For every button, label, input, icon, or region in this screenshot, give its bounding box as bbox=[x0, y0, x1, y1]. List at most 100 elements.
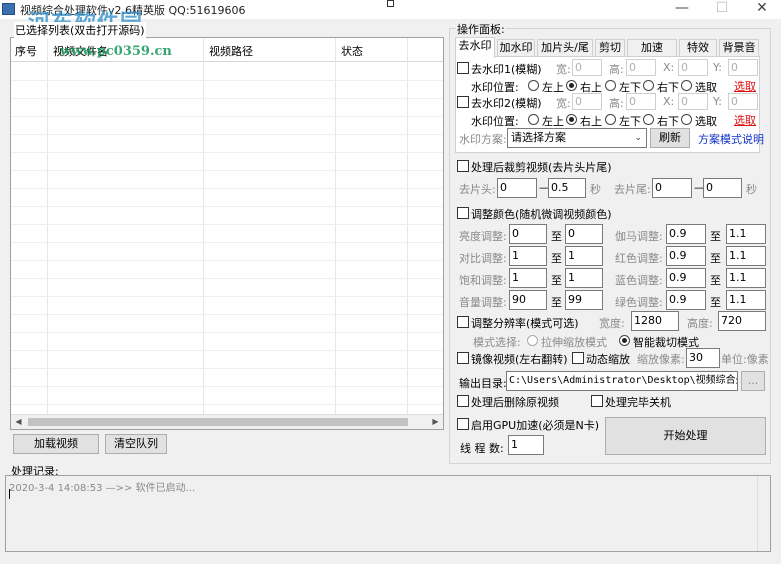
blue-from-input[interactable]: 0.9 bbox=[666, 268, 706, 288]
wm1-pick-link[interactable]: 选取 bbox=[734, 78, 756, 94]
wm2-height-input[interactable]: 0 bbox=[626, 93, 656, 110]
wm2-width-input[interactable]: 0 bbox=[572, 93, 602, 110]
trim-tail-from-input[interactable]: 0 bbox=[652, 178, 692, 198]
wm1-height-input[interactable]: 0 bbox=[626, 59, 656, 76]
shutdown-label: 处理完毕关机 bbox=[605, 396, 671, 409]
contrast-from-input[interactable]: 1 bbox=[509, 246, 547, 266]
wm2-radio-top-left-label: 左上 bbox=[542, 115, 564, 128]
start-button[interactable]: 开始处理 bbox=[605, 417, 766, 455]
load-video-button[interactable]: 加载视频 bbox=[13, 434, 99, 454]
wm2-height-label: 高: bbox=[609, 97, 624, 110]
scroll-left-icon[interactable]: ◀ bbox=[11, 415, 26, 429]
blue-to-label: 至 bbox=[710, 274, 721, 287]
wm2-checkbox[interactable] bbox=[457, 96, 469, 108]
wm1-radio-bottom-right[interactable] bbox=[643, 80, 654, 91]
tab-add-watermark[interactable]: 加水印 bbox=[497, 39, 535, 57]
wm2-radio-bottom-left[interactable] bbox=[605, 114, 616, 125]
gamma-to-input[interactable]: 1.1 bbox=[726, 224, 766, 244]
wm2-x-input[interactable]: 0 bbox=[678, 93, 708, 110]
res-height-input[interactable]: 720 bbox=[718, 311, 766, 331]
wm2-pick-link[interactable]: 选取 bbox=[734, 112, 756, 128]
saturation-from-input[interactable]: 1 bbox=[509, 268, 547, 288]
trim-tail-to-input[interactable]: 0 bbox=[703, 178, 742, 198]
wm1-x-input[interactable]: 0 bbox=[678, 59, 708, 76]
scroll-right-icon[interactable]: ▶ bbox=[428, 415, 443, 429]
row-divider bbox=[11, 98, 443, 99]
output-dir-input[interactable]: C:\Users\Administrator\Desktop\视频综合处理软件 bbox=[506, 371, 738, 391]
col-header-status[interactable]: 状态 bbox=[341, 43, 363, 59]
color-checkbox[interactable] bbox=[457, 207, 469, 219]
row-divider bbox=[11, 242, 443, 243]
red-to-input[interactable]: 1.1 bbox=[726, 246, 766, 266]
trim-checkbox[interactable] bbox=[457, 160, 469, 172]
minimize-button[interactable]: — bbox=[662, 0, 702, 19]
wm2-x-label: X: bbox=[663, 95, 675, 108]
threads-input[interactable]: 1 bbox=[508, 435, 544, 455]
gamma-from-input[interactable]: 0.9 bbox=[666, 224, 706, 244]
green-label: 绿色调整: bbox=[615, 296, 663, 309]
wm2-radio-bottom-right[interactable] bbox=[643, 114, 654, 125]
wm1-radio-bottom-left[interactable] bbox=[605, 80, 616, 91]
trim-head-from-input[interactable]: 0 bbox=[497, 178, 537, 198]
green-to-input[interactable]: 1.1 bbox=[726, 290, 766, 310]
mode-stretch-radio[interactable] bbox=[527, 335, 538, 346]
delete-source-checkbox[interactable] bbox=[457, 395, 469, 407]
tab-remove-watermark[interactable]: 去水印 bbox=[455, 37, 495, 58]
wm1-y-input[interactable]: 0 bbox=[728, 59, 758, 76]
refresh-button[interactable]: 刷新 bbox=[650, 128, 690, 148]
brightness-from-input[interactable]: 0 bbox=[509, 224, 547, 244]
blue-to-input[interactable]: 1.1 bbox=[726, 268, 766, 288]
wm1-y-label: Y: bbox=[713, 61, 722, 74]
close-button[interactable]: ✕ bbox=[742, 0, 781, 19]
wm2-radio-top-right[interactable] bbox=[566, 114, 577, 125]
trim-head-to-input[interactable]: 0.5 bbox=[548, 178, 586, 198]
video-list[interactable]: 序号 视频文件名 视频路径 状态 ◀ ▶ bbox=[10, 37, 444, 430]
mode-stretch-label: 拉伸缩放模式 bbox=[541, 336, 607, 349]
scheme-help-link[interactable]: 方案模式说明 bbox=[698, 131, 764, 147]
brightness-to-input[interactable]: 0 bbox=[565, 224, 603, 244]
volume-to-input[interactable]: 99 bbox=[565, 290, 603, 310]
green-from-input[interactable]: 0.9 bbox=[666, 290, 706, 310]
maximize-button[interactable]: ☐ bbox=[702, 0, 742, 19]
horizontal-scrollbar[interactable]: ◀ ▶ bbox=[11, 414, 443, 429]
wm1-width-input[interactable]: 0 bbox=[572, 59, 602, 76]
tab-intro-outro[interactable]: 加片头/尾 bbox=[537, 39, 593, 57]
red-from-input[interactable]: 0.9 bbox=[666, 246, 706, 266]
wm1-radio-top-left[interactable] bbox=[528, 80, 539, 91]
scrollbar-thumb[interactable] bbox=[28, 418, 408, 426]
log-area[interactable]: 2020-3-4 14:08:53 —>> 软件已启动... bbox=[5, 475, 771, 552]
vertical-scrollbar[interactable] bbox=[757, 476, 770, 551]
tab-background-music[interactable]: 背景音 bbox=[719, 39, 759, 57]
mode-crop-radio[interactable] bbox=[619, 335, 630, 346]
dynamic-zoom-checkbox[interactable] bbox=[572, 352, 584, 364]
wm1-radio-pick[interactable] bbox=[681, 80, 692, 91]
col-header-path[interactable]: 视频路径 bbox=[209, 43, 253, 59]
volume-to-label: 至 bbox=[551, 296, 562, 309]
output-dir-label: 输出目录: bbox=[459, 377, 507, 390]
brightness-label: 亮度调整: bbox=[459, 230, 507, 243]
tab-speed[interactable]: 加速 bbox=[627, 39, 677, 57]
shutdown-checkbox[interactable] bbox=[591, 395, 603, 407]
cursor-icon bbox=[387, 0, 394, 7]
gpu-label: 启用GPU加速(必须是N卡) bbox=[471, 419, 600, 432]
col-header-index[interactable]: 序号 bbox=[15, 43, 37, 59]
wm2-radio-pick[interactable] bbox=[681, 114, 692, 125]
wm2-radio-top-left[interactable] bbox=[528, 114, 539, 125]
tab-cut[interactable]: 剪切 bbox=[595, 39, 625, 57]
volume-from-input[interactable]: 90 bbox=[509, 290, 547, 310]
wm2-y-input[interactable]: 0 bbox=[728, 93, 758, 110]
contrast-to-input[interactable]: 1 bbox=[565, 246, 603, 266]
resolution-checkbox[interactable] bbox=[457, 316, 469, 328]
wm1-radio-top-right[interactable] bbox=[566, 80, 577, 91]
mirror-checkbox[interactable] bbox=[457, 352, 469, 364]
browse-button[interactable]: ... bbox=[741, 371, 765, 391]
trim-head-label: 去片头: bbox=[459, 183, 496, 196]
zoom-pixels-input[interactable]: 30 bbox=[686, 348, 720, 368]
res-width-input[interactable]: 1280 bbox=[631, 311, 679, 331]
scheme-select[interactable]: 请选择方案 ⌄ bbox=[507, 128, 647, 148]
tab-effects[interactable]: 特效 bbox=[679, 39, 717, 57]
saturation-to-input[interactable]: 1 bbox=[565, 268, 603, 288]
wm1-checkbox[interactable] bbox=[457, 62, 469, 74]
gpu-checkbox[interactable] bbox=[457, 418, 469, 430]
clear-queue-button[interactable]: 清空队列 bbox=[105, 434, 167, 454]
